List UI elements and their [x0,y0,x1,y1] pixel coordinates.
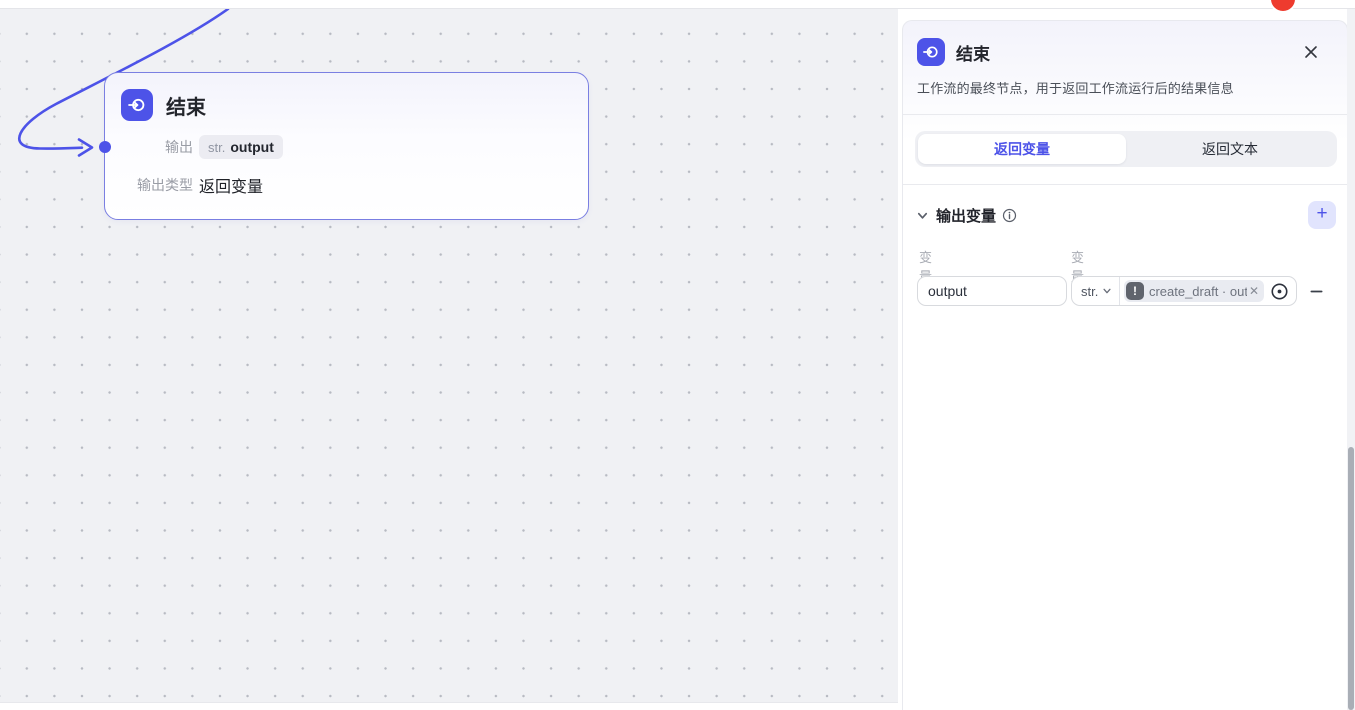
workflow-editor: 结束 输出 str. output 输出类型 返回变量 [0,0,1355,710]
canvas-bottom-edge [0,702,898,710]
end-node-header: 结束 [105,73,588,121]
variable-reference-label: create_draft · output [1149,284,1247,299]
divider [1119,277,1120,305]
node-output-type-label: 输出类型 [105,175,193,195]
return-mode-tabs: 返回变量 返回文本 [915,131,1337,167]
end-node-icon [917,38,945,66]
output-variables-title: 输出变量 [936,205,996,226]
warning-icon: ! [1126,282,1144,300]
divider [903,184,1347,185]
variable-name-input[interactable] [917,276,1067,306]
node-output-type-row: 输出类型 返回变量 [105,173,588,197]
output-variables-section-header: 输出变量 + [916,201,1336,229]
node-settings-panel: 结束 工作流的最终节点，用于返回工作流运行后的结果信息 返回变量 返回文本 输出… [902,20,1348,710]
tab-return-variables[interactable]: 返回变量 [918,134,1126,164]
panel-title: 结束 [956,40,1290,65]
node-input-port[interactable] [99,141,111,153]
node-output-type-tag: str. [208,140,225,155]
workflow-canvas[interactable]: 结束 输出 str. output 输出类型 返回变量 [0,9,898,702]
type-select[interactable]: str. [1072,277,1119,305]
end-node-title: 结束 [166,91,206,120]
add-variable-button[interactable]: + [1308,201,1336,229]
top-bar [0,0,1355,9]
variable-value-group: str. ! create_draft · output ✕ [1071,276,1297,306]
node-output-value-pill: str. output [199,135,283,159]
node-output-type-value: 返回变量 [199,173,263,197]
node-output-label: 输出 [105,137,193,157]
chevron-down-icon [1102,286,1112,296]
node-output-row: 输出 str. output [105,135,588,159]
info-icon[interactable] [1002,208,1017,223]
scrollbar-thumb[interactable] [1348,447,1354,710]
remove-reference-icon[interactable]: ✕ [1249,284,1259,298]
remove-variable-button[interactable] [1307,282,1325,300]
close-icon[interactable] [1301,42,1321,62]
panel-description: 工作流的最终节点，用于返回工作流运行后的结果信息 [903,66,1347,97]
end-node-icon [121,89,153,121]
settings-icon[interactable] [1270,282,1289,301]
variable-row: str. ! create_draft · output ✕ [917,276,1335,306]
variable-reference-tag[interactable]: ! create_draft · output ✕ [1124,280,1264,302]
chevron-down-icon[interactable] [916,209,929,222]
type-select-value: str. [1081,284,1098,299]
edge-arrowhead-icon [79,140,92,156]
tab-return-text[interactable]: 返回文本 [1126,134,1334,164]
panel-header: 结束 [903,21,1347,66]
node-output-value: output [230,139,274,155]
divider [903,114,1347,115]
end-node-card[interactable]: 结束 输出 str. output 输出类型 返回变量 [104,72,589,220]
